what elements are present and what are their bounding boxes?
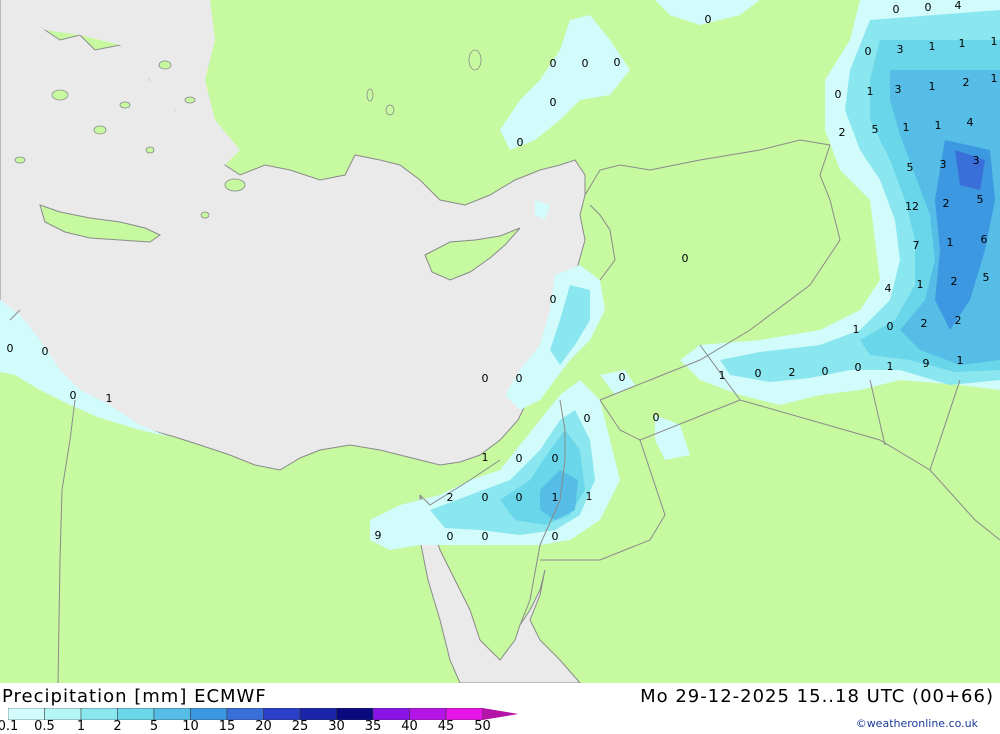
precip-value: 1 <box>929 80 936 93</box>
precip-value: 0 <box>552 452 559 465</box>
legend-label: 35 <box>364 719 382 734</box>
precip-value: 3 <box>973 154 980 167</box>
precip-value: 0 <box>584 412 591 425</box>
precip-value: 1 <box>991 35 998 48</box>
precip-value: 1 <box>106 392 113 405</box>
precip-value: 6 <box>981 233 988 246</box>
precip-value: 4 <box>885 282 892 295</box>
precip-value: 0 <box>482 372 489 385</box>
precip-value: 0 <box>682 252 689 265</box>
precip-value: 1 <box>959 37 966 50</box>
precip-value: 1 <box>957 354 964 367</box>
precip-value: 1 <box>991 72 998 85</box>
precip-value: 7 <box>913 239 920 252</box>
legend-label: 0.5 <box>34 719 55 734</box>
legend-label: 30 <box>328 719 345 734</box>
legend-label: 25 <box>291 719 309 734</box>
precip-value: 0 <box>865 45 872 58</box>
legend-label: 40 <box>401 719 418 734</box>
legend-label: 5 <box>149 719 159 734</box>
precip-value: 9 <box>923 357 930 370</box>
legend-label: 50 <box>474 719 491 734</box>
precip-value: 0 <box>517 136 524 149</box>
map-title: Precipitation [mm] ECMWF <box>2 686 267 707</box>
precip-value: 5 <box>977 193 984 206</box>
precip-value: 1 <box>929 40 936 53</box>
precip-value: 0 <box>619 371 626 384</box>
precip-value: 5 <box>872 123 879 136</box>
precip-value: 0 <box>516 491 523 504</box>
precip-value: 0 <box>516 372 523 385</box>
precip-value: 5 <box>907 161 914 174</box>
precip-value: 0 <box>755 367 762 380</box>
precip-value: 1 <box>917 278 924 291</box>
precip-value: 2 <box>447 491 454 504</box>
precip-value: 4 <box>955 0 962 12</box>
precip-value: 0 <box>550 57 557 70</box>
precip-value: 0 <box>614 56 621 69</box>
precipitation-map: 0 0 4 3 1 1 1 0 3 1 0 1 2 1 2 5 1 1 4 5 3 3 12 2 5 7 1 6 4 1 2 5 1 0 2 2 9 1 1… <box>0 0 1000 683</box>
precip-value: 0 <box>855 361 862 374</box>
precip-value: 12 <box>905 200 919 213</box>
precip-value: 1 <box>853 323 860 336</box>
precip-value: 1 <box>887 360 894 373</box>
precip-value: 9 <box>375 529 382 542</box>
precip-value: 2 <box>951 275 958 288</box>
precip-value: 1 <box>552 491 559 504</box>
legend-label: 15 <box>218 719 236 734</box>
legend-label: 20 <box>255 719 272 734</box>
precip-value: 1 <box>935 119 942 132</box>
precip-value: 1 <box>903 121 910 134</box>
precip-value: 0 <box>582 57 589 70</box>
precip-value: 0 <box>893 3 900 16</box>
precip-value: 0 <box>822 365 829 378</box>
precip-value: 4 <box>967 116 974 129</box>
precip-value: 3 <box>895 83 902 96</box>
precip-value: 0 <box>482 530 489 543</box>
legend-label: 45 <box>437 719 455 734</box>
legend-label: 2 <box>113 719 122 734</box>
precip-value: 0 <box>653 411 660 424</box>
precip-value: 0 <box>705 13 712 26</box>
precip-value: 1 <box>482 451 489 464</box>
precip-value: 2 <box>789 366 796 379</box>
precip-value: 0 <box>7 342 14 355</box>
precip-value: 0 <box>552 530 559 543</box>
precip-value: 0 <box>835 88 842 101</box>
precip-value: 0 <box>887 320 894 333</box>
precip-value: 3 <box>940 158 947 171</box>
precip-value: 0 <box>482 491 489 504</box>
precip-value: 0 <box>516 452 523 465</box>
precip-value: 1 <box>719 369 726 382</box>
legend-label: 10 <box>182 719 199 734</box>
precip-value: 0 <box>550 293 557 306</box>
precip-value: 0 <box>70 389 77 402</box>
precip-value: 0 <box>925 1 932 14</box>
precip-value: 0 <box>447 530 454 543</box>
precip-value: 1 <box>867 85 874 98</box>
precip-value: 1 <box>947 236 954 249</box>
precip-value: 2 <box>839 126 846 139</box>
precip-value: 2 <box>955 314 962 327</box>
precip-value: 0 <box>42 345 49 358</box>
precip-value: 3 <box>897 43 904 56</box>
legend-label: 1 <box>76 719 86 734</box>
precip-value: 0 <box>550 96 557 109</box>
credit-link[interactable]: ©weatheronline.co.uk <box>856 717 978 730</box>
precip-value: 1 <box>586 490 593 503</box>
valid-time: Mo 29-12-2025 15..18 UTC (00+66) <box>640 686 994 707</box>
precip-value: 2 <box>943 197 950 210</box>
footer: Precipitation [mm] ECMWF Mo 29-12-2025 1… <box>0 683 1000 734</box>
precip-value: 2 <box>963 76 970 89</box>
legend-label: 0.1 <box>0 719 19 734</box>
legend-labels: 0.1 0.5 1 2 5 10 15 20 25 30 35 40 45 50 <box>0 719 520 734</box>
precip-value: 5 <box>983 271 990 284</box>
precip-value: 2 <box>921 317 928 330</box>
